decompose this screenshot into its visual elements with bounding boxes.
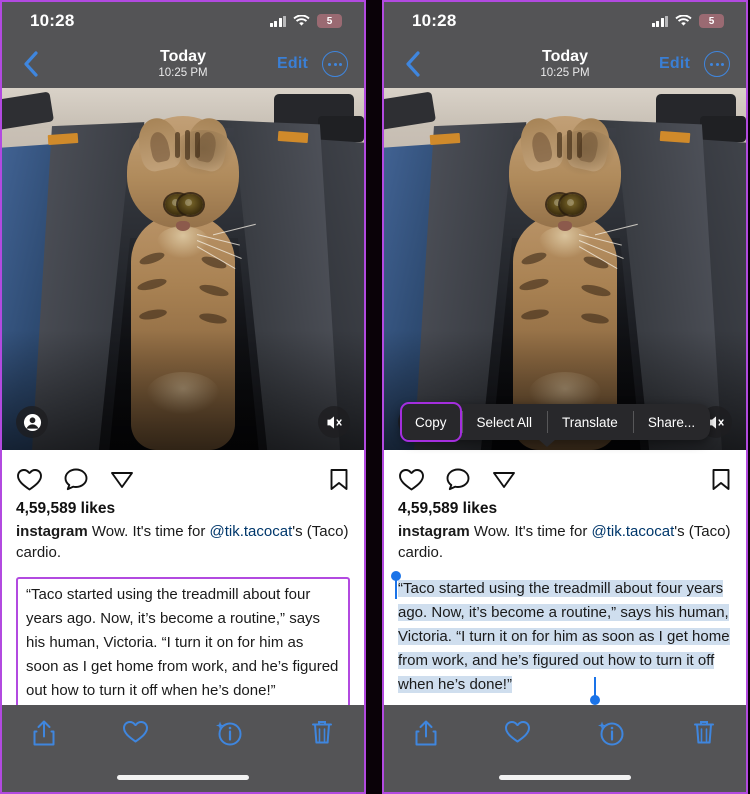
likes-count: 4,59,589 likes (16, 500, 116, 517)
trash-icon[interactable] (692, 719, 716, 746)
more-circle-icon[interactable] (322, 51, 348, 77)
select-all-menu-item[interactable]: Select All (461, 404, 548, 440)
cat-treadmill-image (384, 88, 746, 450)
post-caption: instagram Wow. It's time for @tik.tacoca… (16, 521, 350, 563)
quote-callout-box: “Taco started using the treadmill about … (16, 577, 350, 710)
selected-quote-text[interactable]: “Taco started using the treadmill about … (391, 571, 732, 705)
home-indicator (499, 775, 631, 780)
speaker-muted-icon[interactable] (318, 406, 350, 438)
back-chevron-icon[interactable] (18, 51, 44, 77)
cat-treadmill-image (2, 88, 364, 450)
status-bar-right: 10:28 5 (384, 2, 746, 40)
bookmark-icon[interactable] (710, 467, 732, 492)
status-clock: 10:28 (412, 11, 457, 30)
more-circle-icon[interactable] (704, 51, 730, 77)
edit-button[interactable]: Edit (659, 55, 690, 73)
post-username[interactable]: instagram (16, 523, 88, 540)
heart-outline-icon[interactable] (504, 719, 531, 744)
nav-bar-left: Today 10:25 PM Edit (2, 40, 364, 88)
post-caption: instagram Wow. It's time for @tik.tacoca… (398, 521, 732, 563)
copy-menu-item[interactable]: Copy (400, 402, 462, 442)
status-indicators: 5 (269, 14, 342, 28)
home-indicator (117, 775, 249, 780)
quote-text: “Taco started using the treadmill about … (26, 586, 339, 699)
nav-right-actions: Edit (659, 51, 730, 77)
photo-viewer-left[interactable] (2, 88, 364, 450)
caption-text: Wow. It's time for (469, 523, 592, 540)
photo-viewer-right[interactable] (384, 88, 746, 450)
trash-icon[interactable] (310, 719, 334, 746)
status-indicators: 5 (651, 14, 724, 28)
cellular-bars-icon (651, 15, 668, 27)
edit-button[interactable]: Edit (277, 55, 308, 73)
left-phone-panel: 10:28 5 Today 10:25 PM Edit 4,59,589 lik… (0, 0, 366, 794)
info-sparkle-icon[interactable] (214, 719, 244, 746)
caption-text: Wow. It's time for (87, 523, 210, 540)
person-circle-icon[interactable] (16, 406, 48, 438)
post-username[interactable]: instagram (398, 523, 470, 540)
caption-mention[interactable]: @tik.tacocat (209, 523, 292, 540)
selection-handle-start[interactable] (391, 571, 401, 599)
heart-icon[interactable] (16, 467, 43, 492)
caption-mention[interactable]: @tik.tacocat (591, 523, 674, 540)
right-phone-panel: 10:28 5 Today 10:25 PM Edit 4,59,589 lik… (382, 0, 748, 794)
wifi-icon (675, 15, 692, 27)
status-clock: 10:28 (30, 11, 75, 30)
heart-icon[interactable] (398, 467, 425, 492)
status-bar-left: 10:28 5 (2, 2, 364, 40)
likes-count: 4,59,589 likes (398, 500, 498, 517)
wifi-icon (293, 15, 310, 27)
comment-bubble-icon[interactable] (445, 467, 471, 492)
nav-bar-right: Today 10:25 PM Edit (384, 40, 746, 88)
context-menu-arrow (538, 439, 556, 447)
post-action-bar (398, 460, 732, 498)
paper-plane-icon[interactable] (491, 467, 517, 492)
share-menu-item[interactable]: Share... (632, 404, 710, 440)
bottom-toolbar-right (384, 705, 746, 792)
bookmark-icon[interactable] (328, 467, 350, 492)
battery-icon: 5 (699, 14, 724, 28)
post-action-bar (16, 460, 350, 498)
comparison-screenshot: 10:28 5 Today 10:25 PM Edit 4,59,589 lik… (0, 0, 750, 794)
text-edit-context-menu: Copy Select All Translate Share... (400, 402, 711, 447)
selection-handle-end[interactable] (590, 677, 600, 705)
comment-bubble-icon[interactable] (63, 467, 89, 492)
heart-outline-icon[interactable] (122, 719, 149, 744)
info-sparkle-icon[interactable] (596, 719, 626, 746)
nav-right-actions: Edit (277, 51, 348, 77)
back-chevron-icon[interactable] (400, 51, 426, 77)
paper-plane-icon[interactable] (109, 467, 135, 492)
bottom-toolbar-left (2, 705, 364, 792)
quote-text: “Taco started using the treadmill about … (398, 580, 730, 693)
share-up-icon[interactable] (414, 719, 438, 747)
cellular-bars-icon (269, 15, 286, 27)
battery-icon: 5 (317, 14, 342, 28)
share-up-icon[interactable] (32, 719, 56, 747)
translate-menu-item[interactable]: Translate (547, 404, 633, 440)
